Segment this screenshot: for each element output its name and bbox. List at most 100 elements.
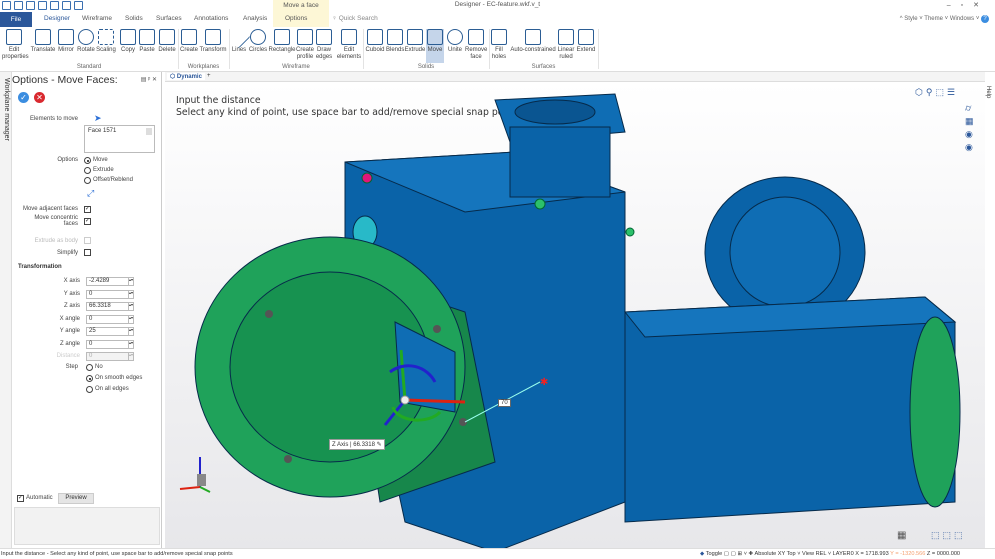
tab-wireframe[interactable]: Wireframe (82, 15, 112, 22)
extrude-button[interactable]: Extrude (404, 29, 426, 54)
step-no-radio[interactable] (86, 364, 93, 371)
option-move-radio[interactable] (84, 157, 91, 164)
cad-model[interactable]: ✱ (165, 82, 985, 548)
spinner-icon[interactable]: ▴▾ (128, 289, 134, 299)
snap-point-icon: ✱ (540, 377, 548, 388)
blends-button[interactable]: Blends (386, 29, 404, 54)
field-y-axis-input[interactable]: 0 ▴▾ (86, 289, 134, 299)
view-toolbar[interactable]: ⬡⚲⬚☰ (915, 87, 958, 98)
step-all-radio[interactable] (86, 386, 93, 393)
list-item[interactable]: Face 1571 (85, 126, 154, 136)
tab-analysis[interactable]: Analysis (243, 15, 267, 22)
delete-button[interactable]: Delete (157, 29, 177, 54)
display-toolbar[interactable]: ⌭ ▦ ◉ ◉ (965, 102, 977, 154)
pointer-pick-icon[interactable]: ➤ (94, 113, 102, 124)
scaling-button[interactable]: Scaling (96, 29, 116, 54)
field-x-angle-input[interactable]: 0 ▴▾ (86, 314, 134, 324)
file-tab[interactable]: File (0, 12, 32, 27)
help-tab-label[interactable]: Help (985, 86, 991, 98)
dimension-input[interactable]: 70 (498, 399, 511, 407)
y-coordinate: Y = -1320.566 (890, 551, 926, 557)
ribbon: Edit properties Translate Mirror Rotate … (0, 25, 995, 72)
spinner-icon[interactable]: ▴▾ (128, 339, 134, 349)
paste-button[interactable]: Paste (138, 29, 156, 54)
spinner-icon[interactable]: ▴▾ (128, 314, 134, 324)
mirror-button[interactable]: Mirror (56, 29, 76, 54)
circles-button[interactable]: Circles (248, 29, 268, 54)
elements-list[interactable]: Face 1571 (84, 125, 155, 153)
unite-button[interactable]: Unite (446, 29, 464, 54)
transform-workplane-button[interactable]: Transform (199, 29, 227, 54)
toggle-button[interactable]: Toggle (706, 551, 722, 557)
quick-search[interactable]: ♀ Quick Search (332, 15, 378, 22)
axis-triad-icon (179, 457, 211, 493)
view-select[interactable]: View REL (802, 551, 826, 557)
add-view-button[interactable]: + (207, 73, 211, 79)
plane-select[interactable]: Absolute XY Top (754, 551, 795, 557)
field-y-angle-input[interactable]: 25 ▴▾ (86, 327, 134, 336)
restore-button[interactable]: ▫ (961, 2, 973, 9)
layer-select[interactable]: LAYER0 (833, 551, 854, 557)
field-x-axis-input[interactable]: -2.4289 ▴▾ (86, 277, 134, 286)
spinner-icon[interactable]: ▴▾ (128, 277, 134, 286)
translate-button[interactable]: Translate (30, 29, 56, 54)
field-z-axis-input[interactable]: 66.3318 ▴▾ (86, 302, 134, 311)
layout-grid-icon[interactable]: ▦ (897, 530, 906, 541)
cuboid-button[interactable]: Cuboid (364, 29, 386, 54)
windows-menu[interactable]: Windows (950, 16, 974, 22)
tab-options[interactable]: Options (285, 15, 307, 22)
copy-button[interactable]: Copy (120, 29, 136, 54)
fill-holes-button[interactable]: Fill holes (490, 29, 508, 60)
help-side-tab[interactable]: Help (985, 72, 995, 548)
dynamic-view-tab[interactable]: ⬡ Dynamic (167, 73, 205, 80)
delete-item-icon[interactable] (146, 128, 152, 135)
spinner-icon[interactable]: ▴▾ (128, 302, 134, 311)
draw-edges-button[interactable]: Draw edges (315, 29, 333, 60)
rotate-button[interactable]: Rotate (76, 29, 96, 54)
spinner-icon[interactable]: ▴▾ (128, 327, 134, 336)
move-button[interactable]: Move (426, 29, 444, 63)
tab-annotations[interactable]: Annotations (194, 15, 228, 22)
create-workplane-button[interactable]: Create (179, 29, 199, 54)
automatic-checkbox[interactable]: ✓ (17, 495, 24, 502)
view-tools[interactable]: ⬚⬚⬚ (931, 530, 971, 544)
create-profile-button[interactable]: Create profile (296, 29, 314, 60)
simplify-checkbox[interactable] (84, 249, 91, 256)
auto-constrained-button[interactable]: Auto-constrained (510, 29, 556, 54)
rectangle-button[interactable]: Rectangle (268, 29, 296, 54)
translate-icon (35, 29, 51, 45)
theme-menu[interactable]: Theme (924, 16, 943, 22)
field-z-angle-input[interactable]: 0 ▴▾ (86, 339, 134, 349)
lines-button[interactable]: Lines (227, 25, 251, 54)
ok-button[interactable]: ✓ (18, 92, 29, 103)
workplane-manager-tab[interactable] (0, 72, 12, 548)
move-concentric-checkbox[interactable]: ✓ (84, 218, 91, 225)
minimize-button[interactable]: – (947, 2, 961, 9)
3d-viewport[interactable]: Input the distance Select any kind of poi… (165, 82, 985, 548)
extend-button[interactable]: Extend (576, 29, 596, 54)
remove-face-button[interactable]: Remove face (465, 29, 487, 60)
edit-elements-button[interactable]: Edit elements (336, 29, 362, 60)
move-adjacent-checkbox[interactable]: ✓ (84, 206, 91, 213)
style-menu[interactable]: Style (904, 16, 917, 22)
pick-direction-icon[interactable]: ⤢ (87, 188, 94, 199)
z-axis-input[interactable]: Z Axis | 66.3318 ✎ (329, 439, 385, 450)
option-offset-radio[interactable] (84, 177, 91, 184)
help-icon[interactable]: ? (981, 15, 989, 23)
cancel-button[interactable]: ✕ (34, 92, 45, 103)
tab-solids[interactable]: Solids (125, 15, 143, 22)
option-extrude-radio[interactable] (84, 167, 91, 174)
context-tab-label: Move a face (283, 2, 319, 9)
panel-controls[interactable]: ▤ ᵖ ✕ (141, 76, 157, 83)
circles-icon (250, 29, 266, 45)
spinner-icon[interactable]: ▴▾ (128, 352, 134, 361)
window-controls[interactable]: –▫✕ (947, 1, 989, 9)
workplane-manager-label[interactable]: Workplane manager (1, 78, 11, 141)
step-smooth-radio[interactable] (86, 375, 93, 382)
edit-properties-button[interactable]: Edit properties (2, 29, 29, 60)
linear-ruled-button[interactable]: Linear ruled (556, 29, 576, 60)
tab-designer[interactable]: Designer (44, 15, 70, 22)
preview-button[interactable]: Preview (58, 493, 94, 504)
close-button[interactable]: ✕ (973, 2, 989, 9)
tab-surfaces[interactable]: Surfaces (156, 15, 182, 22)
